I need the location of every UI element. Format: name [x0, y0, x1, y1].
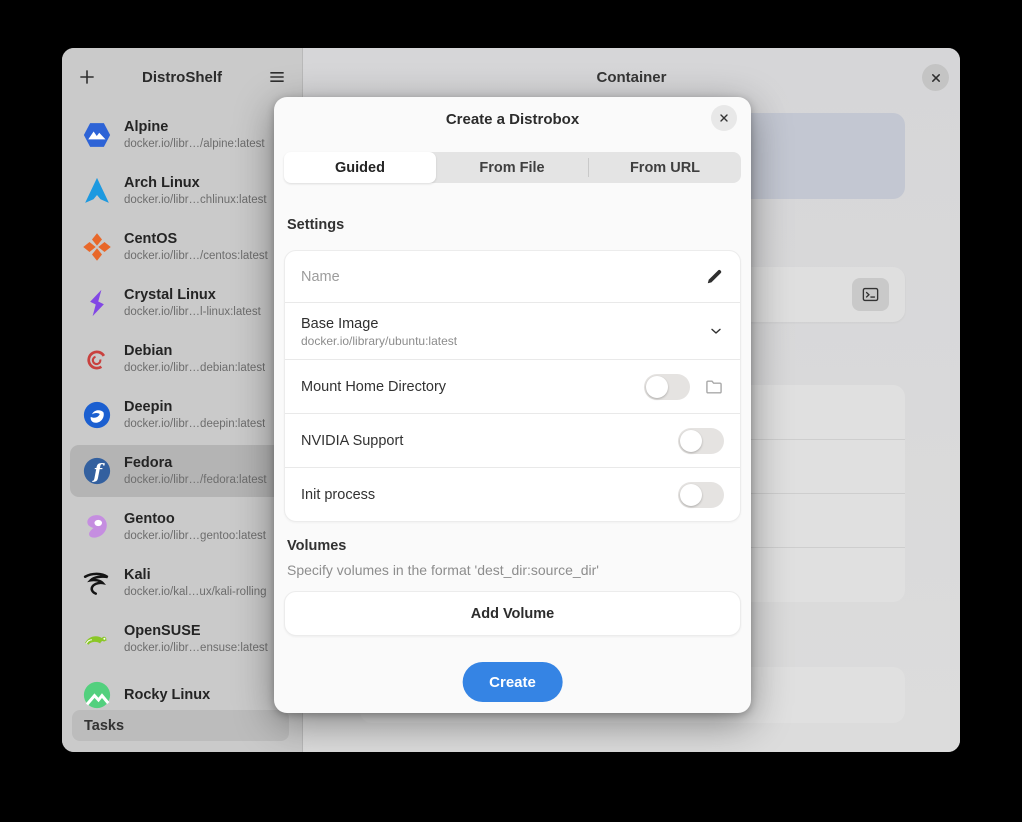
distro-name: Arch Linux — [124, 174, 267, 193]
distro-name: Alpine — [124, 118, 265, 137]
app-window: DistroShelf Alpinedocker.io/libr…/alpine… — [62, 48, 960, 752]
mode-tabbar: Guided From File From URL — [284, 152, 741, 183]
distro-name: Fedora — [124, 454, 267, 473]
hamburger-menu-icon — [267, 67, 287, 87]
dialog-close-button[interactable] — [711, 105, 737, 131]
distro-image: docker.io/libr…deepin:latest — [124, 417, 265, 432]
sidebar-item-deepin[interactable]: Deepindocker.io/libr…deepin:latest — [62, 387, 302, 443]
new-container-button[interactable] — [72, 62, 102, 92]
tab-from-file[interactable]: From File — [436, 152, 588, 183]
distro-name: CentOS — [124, 230, 268, 249]
volumes-description: Specify volumes in the format 'dest_dir:… — [287, 562, 599, 578]
toggle-knob — [646, 376, 668, 398]
pencil-icon — [705, 267, 724, 286]
distro-list: Alpinedocker.io/libr…/alpine:latest Arch… — [62, 107, 302, 752]
rocky-logo-icon — [82, 680, 112, 710]
settings-heading: Settings — [287, 217, 344, 233]
chevron-down-icon — [708, 323, 724, 339]
distro-name: Kali — [124, 566, 267, 585]
mount-home-toggle[interactable] — [644, 374, 690, 400]
distro-image: docker.io/libr…ensuse:latest — [124, 641, 268, 656]
distro-image: docker.io/libr…/fedora:latest — [124, 473, 267, 488]
distro-image: docker.io/libr…gentoo:latest — [124, 529, 266, 544]
name-input[interactable] — [301, 269, 691, 285]
create-distrobox-dialog: Create a Distrobox Guided From File From… — [274, 97, 751, 713]
tab-guided[interactable]: Guided — [284, 152, 436, 183]
sidebar-item-kali[interactable]: Kalidocker.io/kal…ux/kali-rolling — [62, 555, 302, 611]
sidebar-item-debian[interactable]: Debiandocker.io/libr…debian:latest — [62, 331, 302, 387]
distro-image: docker.io/libr…/alpine:latest — [124, 137, 265, 152]
sidebar-item-arch[interactable]: Arch Linuxdocker.io/libr…chlinux:latest — [62, 163, 302, 219]
mount-home-label: Mount Home Directory — [301, 379, 446, 395]
sidebar-item-opensuse[interactable]: OpenSUSEdocker.io/libr…ensuse:latest — [62, 611, 302, 667]
mount-home-row: Mount Home Directory — [285, 359, 740, 413]
app-title: DistroShelf — [142, 69, 222, 86]
gentoo-logo-icon — [82, 512, 112, 542]
kali-logo-icon — [82, 568, 112, 598]
settings-card: Base Image docker.io/library/ubuntu:late… — [284, 250, 741, 522]
base-image-row[interactable]: Base Image docker.io/library/ubuntu:late… — [285, 302, 740, 359]
init-process-label: Init process — [301, 487, 375, 503]
deepin-logo-icon — [82, 400, 112, 430]
dialog-header: Create a Distrobox — [274, 97, 751, 141]
edit-name-button[interactable] — [705, 267, 724, 286]
base-image-value: docker.io/library/ubuntu:latest — [301, 334, 708, 349]
nvidia-support-label: NVIDIA Support — [301, 433, 403, 449]
sidebar-item-alpine[interactable]: Alpinedocker.io/libr…/alpine:latest — [62, 107, 302, 163]
toggle-knob — [680, 484, 702, 506]
sidebar-header: DistroShelf — [62, 48, 302, 106]
arch-logo-icon — [82, 176, 112, 206]
sidebar-item-centos[interactable]: CentOSdocker.io/libr…/centos:latest — [62, 219, 302, 275]
plus-icon — [77, 67, 97, 87]
debian-logo-icon — [82, 344, 112, 374]
distro-name: Rocky Linux — [124, 686, 210, 705]
init-process-row: Init process — [285, 467, 740, 521]
close-icon — [929, 71, 943, 85]
distro-name: Deepin — [124, 398, 265, 417]
nvidia-support-toggle[interactable] — [678, 428, 724, 454]
add-volume-button[interactable]: Add Volume — [284, 591, 741, 636]
name-row — [285, 251, 740, 302]
opensuse-logo-icon — [82, 624, 112, 654]
tasks-button[interactable]: Tasks — [72, 710, 289, 741]
distro-name: Debian — [124, 342, 265, 361]
sidebar: DistroShelf Alpinedocker.io/libr…/alpine… — [62, 48, 303, 752]
distro-name: Gentoo — [124, 510, 266, 529]
dialog-title: Create a Distrobox — [446, 111, 579, 128]
base-image-label: Base Image — [301, 314, 708, 334]
crystal-logo-icon — [82, 288, 112, 318]
distro-image: docker.io/libr…debian:latest — [124, 361, 265, 376]
distro-name: Crystal Linux — [124, 286, 261, 305]
distro-image: docker.io/libr…/centos:latest — [124, 249, 268, 264]
create-button[interactable]: Create — [462, 662, 563, 702]
sidebar-item-gentoo[interactable]: Gentoodocker.io/libr…gentoo:latest — [62, 499, 302, 555]
alpine-logo-icon — [82, 120, 112, 150]
open-terminal-button — [852, 278, 889, 311]
distro-image: docker.io/kal…ux/kali-rolling — [124, 585, 267, 600]
tab-from-url[interactable]: From URL — [589, 152, 741, 183]
folder-icon — [704, 377, 724, 397]
distro-image: docker.io/libr…chlinux:latest — [124, 193, 267, 208]
centos-logo-icon — [82, 232, 112, 262]
volumes-heading: Volumes — [287, 538, 346, 554]
init-process-toggle[interactable] — [678, 482, 724, 508]
window-close-button[interactable] — [922, 64, 949, 91]
sidebar-item-fedora[interactable]: f Fedoradocker.io/libr…/fedora:latest — [62, 443, 302, 499]
distro-name: OpenSUSE — [124, 622, 268, 641]
toggle-knob — [680, 430, 702, 452]
main-menu-button[interactable] — [262, 62, 292, 92]
nvidia-support-row: NVIDIA Support — [285, 413, 740, 467]
close-icon — [718, 112, 730, 124]
fedora-logo-icon: f — [82, 456, 112, 486]
distro-image: docker.io/libr…l-linux:latest — [124, 305, 261, 320]
terminal-icon — [861, 285, 880, 304]
sidebar-item-crystal[interactable]: Crystal Linuxdocker.io/libr…l-linux:late… — [62, 275, 302, 331]
page-title: Container — [596, 69, 666, 86]
choose-home-folder-button[interactable] — [704, 377, 724, 397]
